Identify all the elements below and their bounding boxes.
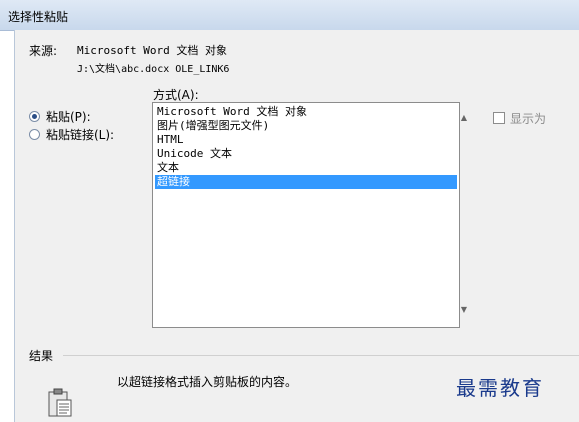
paste-label: 粘贴(P): — [46, 110, 91, 124]
clipboard-icon — [48, 388, 72, 417]
title-bar: 选择性粘贴 — [0, 0, 579, 31]
display-as-icon-label: 显示为 — [510, 112, 547, 126]
result-divider — [63, 355, 579, 356]
as-label: 方式(A): — [153, 88, 199, 102]
paste-option[interactable]: 粘贴(P): — [29, 108, 91, 125]
paste-link-option[interactable]: 粘贴链接(L): — [29, 126, 114, 143]
as-listbox[interactable]: Microsoft Word 文档 对象 图片(增强型图元文件) HTML Un… — [152, 102, 460, 328]
list-item[interactable]: Unicode 文本 — [155, 147, 457, 161]
list-item-selected[interactable]: 超链接 — [155, 175, 457, 189]
list-item[interactable]: Microsoft Word 文档 对象 — [155, 105, 457, 119]
result-description: 以超链接格式插入剪贴板的内容。 — [117, 375, 298, 389]
list-item[interactable]: 文本 — [155, 161, 457, 175]
source-name: Microsoft Word 文档 对象 — [77, 44, 227, 57]
paste-radio[interactable] — [29, 111, 40, 122]
paste-link-label: 粘贴链接(L): — [46, 128, 115, 142]
list-item[interactable]: HTML — [155, 133, 457, 147]
scroll-up-arrow-icon[interactable]: ▲ — [456, 110, 472, 126]
source-path: J:\文档\abc.docx OLE_LINK6 — [77, 64, 230, 75]
scroll-down-arrow-icon[interactable]: ▼ — [456, 302, 472, 318]
source-label: 来源: — [29, 44, 58, 58]
paste-special-dialog: 来源: Microsoft Word 文档 对象 J:\文档\abc.docx … — [14, 30, 579, 422]
paste-link-radio[interactable] — [29, 129, 40, 140]
watermark-text: 最需教育 — [456, 376, 544, 400]
result-label: 结果 — [29, 349, 54, 363]
dialog-title: 选择性粘贴 — [8, 10, 69, 24]
list-item[interactable]: 图片(增强型图元文件) — [155, 119, 457, 133]
display-as-icon-checkbox[interactable] — [493, 112, 505, 124]
